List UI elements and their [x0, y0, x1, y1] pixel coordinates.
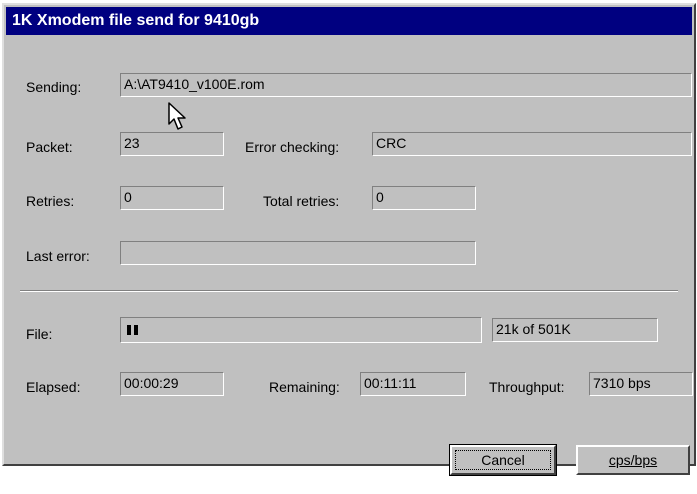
- elapsed-field: 00:00:29: [120, 372, 224, 396]
- packet-field: 23: [120, 132, 224, 156]
- error-checking-label: Error checking:: [245, 139, 340, 155]
- cancel-button[interactable]: Cancel: [449, 444, 557, 476]
- last-error-label: Last error:: [26, 248, 90, 264]
- error-checking-field: CRC: [372, 132, 692, 156]
- sending-label: Sending:: [26, 79, 82, 95]
- last-error-field: [120, 241, 476, 265]
- mouse-pointer-icon: [168, 102, 186, 130]
- remaining-label: Remaining:: [269, 379, 340, 395]
- dialog-title: 1K Xmodem file send for 9410gb: [6, 7, 692, 35]
- total-retries-label: Total retries:: [263, 193, 340, 209]
- separator-highlight: [20, 291, 678, 292]
- cps-bps-button[interactable]: cps/bps: [576, 445, 690, 475]
- progress-block: [134, 325, 138, 335]
- file-label: File:: [26, 326, 53, 342]
- progress-fill: [127, 325, 138, 335]
- sending-field: A:\AT9410_v100E.rom: [120, 73, 692, 97]
- remaining-field: 00:11:11: [360, 372, 466, 396]
- file-progress-bar: [120, 317, 482, 343]
- progress-block: [127, 325, 131, 335]
- xmodem-send-dialog: 1K Xmodem file send for 9410gb Sending: …: [2, 3, 696, 476]
- file-size-field: 21k of 501K: [492, 318, 658, 342]
- throughput-label: Throughput:: [489, 379, 565, 395]
- total-retries-field: 0: [372, 186, 476, 210]
- cps-bps-button-label: cps/bps: [608, 452, 658, 468]
- cancel-button-label: Cancel: [481, 452, 525, 468]
- elapsed-label: Elapsed:: [26, 379, 81, 395]
- throughput-field: 7310 bps: [589, 372, 693, 396]
- packet-label: Packet:: [26, 139, 73, 155]
- retries-label: Retries:: [26, 193, 75, 209]
- retries-field: 0: [120, 186, 224, 210]
